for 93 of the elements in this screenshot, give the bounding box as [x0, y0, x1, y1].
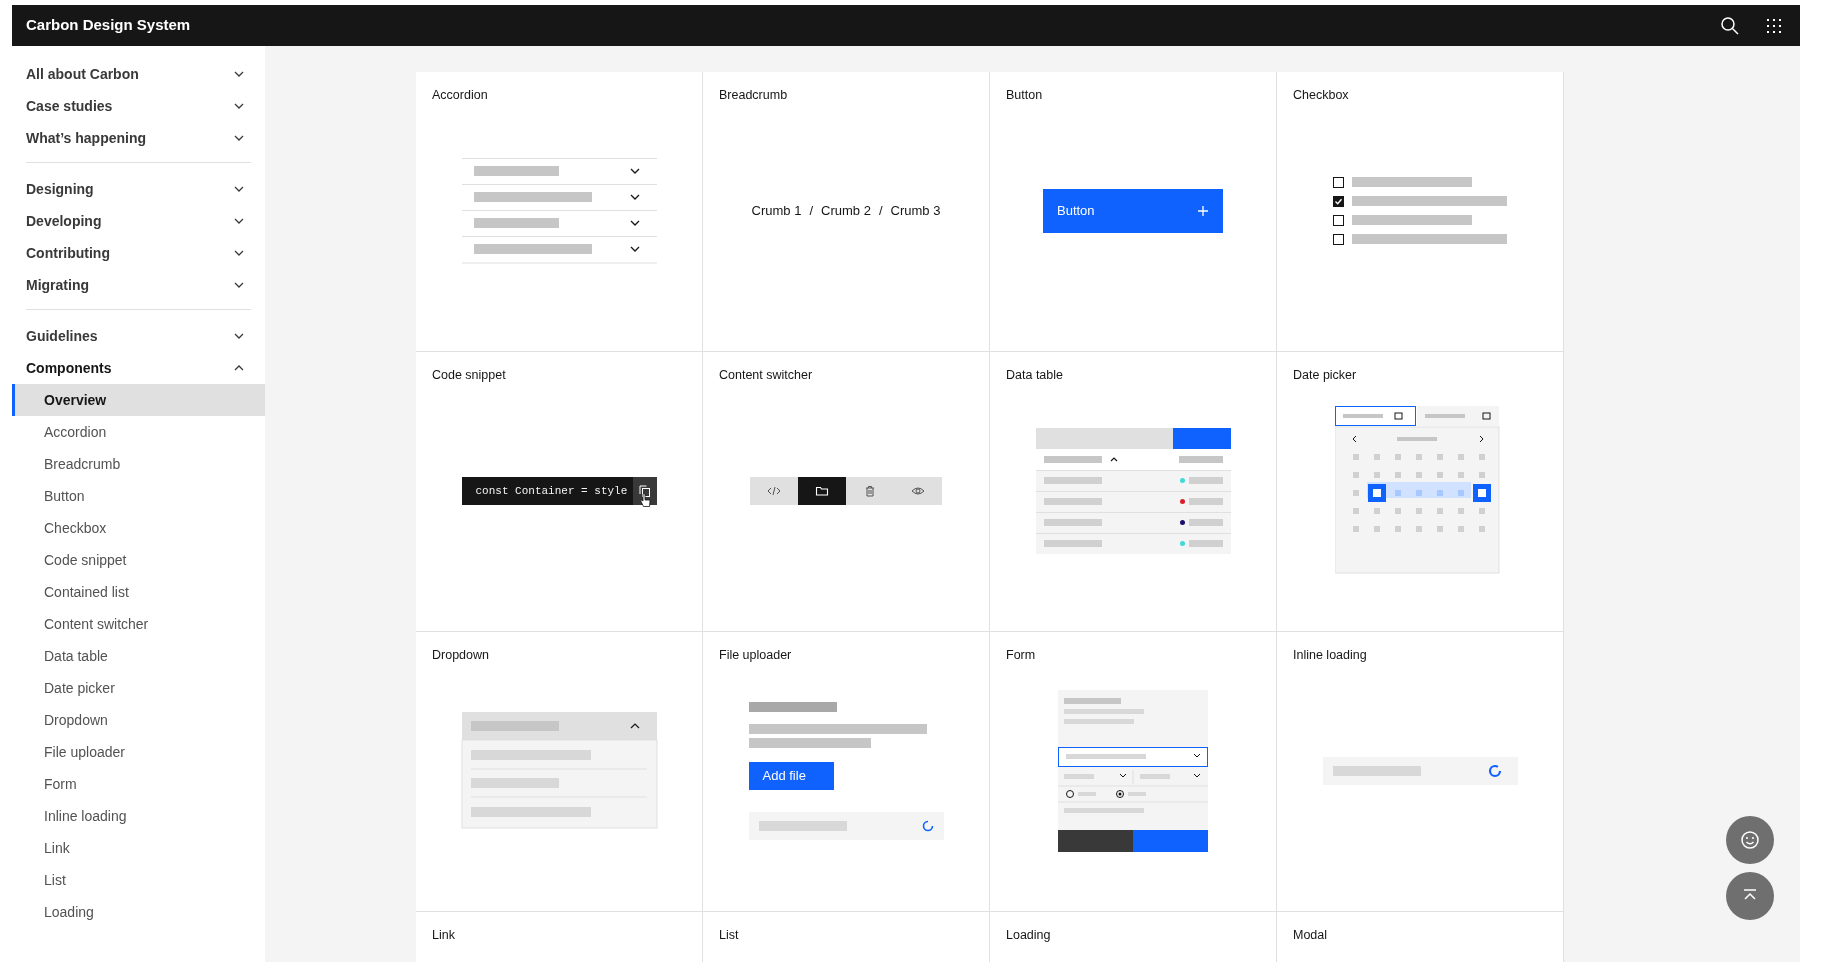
- nav-subitem[interactable]: Dropdown: [12, 704, 265, 736]
- component-card[interactable]: Loading: [990, 912, 1277, 962]
- primary-button[interactable]: Button: [1043, 188, 1223, 233]
- skeleton-bar: [1188, 519, 1223, 527]
- card-title: Checkbox: [1293, 87, 1349, 104]
- code-text: const Container = style: [474, 483, 629, 499]
- skeleton-bar: [1188, 498, 1223, 506]
- pointer-icon: [639, 492, 651, 508]
- nav-subitem[interactable]: Content switcher: [12, 608, 265, 640]
- card-title: Button: [1006, 87, 1043, 104]
- component-card[interactable]: Inline loading: [1277, 632, 1564, 912]
- card-title: Code snippet: [432, 367, 506, 384]
- nav-subitem[interactable]: File uploader: [12, 736, 265, 768]
- skeleton-bar: [1178, 455, 1223, 463]
- nav-item[interactable]: Migrating: [26, 269, 251, 301]
- nav-item[interactable]: Designing: [26, 173, 251, 205]
- component-card[interactable]: Breadcrumb Crumb 1 / Crumb 2 / Crumb 3: [703, 72, 990, 352]
- card-title: Accordion: [432, 87, 488, 104]
- nav-item[interactable]: What’s happening: [26, 122, 251, 154]
- skeleton-bar: [1188, 540, 1223, 548]
- nav-subitem[interactable]: Date picker: [12, 672, 265, 704]
- switcher-segment[interactable]: [798, 476, 846, 505]
- card-title: Breadcrumb: [719, 87, 788, 104]
- nav-subitem[interactable]: Code snippet: [12, 544, 265, 576]
- card-title: Loading: [1006, 927, 1051, 944]
- card-title: Form: [1006, 647, 1036, 664]
- search-icon[interactable]: [1720, 15, 1740, 36]
- copy-icon: [639, 484, 650, 497]
- checkbox[interactable]: [1333, 233, 1344, 245]
- breadcrumb-link[interactable]: Crumb 2: [821, 201, 871, 221]
- trash-icon: [863, 483, 877, 498]
- breadcrumb-separator: /: [878, 202, 883, 221]
- nav-subitem[interactable]: Breadcrumb: [12, 448, 265, 480]
- component-card[interactable]: Checkbox: [1277, 72, 1564, 352]
- nav-subitem[interactable]: Accordion: [12, 416, 265, 448]
- card-title: Data table: [1006, 367, 1063, 384]
- component-card[interactable]: Accordion: [416, 72, 703, 352]
- card-title: Modal: [1293, 927, 1328, 944]
- component-card[interactable]: File uploader Add file: [703, 632, 990, 912]
- component-card[interactable]: Form: [990, 632, 1277, 912]
- breadcrumb-link[interactable]: Crumb 1: [751, 201, 802, 221]
- site-title[interactable]: Carbon Design System: [12, 14, 191, 37]
- component-card[interactable]: Dropdown: [416, 632, 703, 912]
- component-card[interactable]: Data table: [990, 352, 1277, 632]
- checkbox[interactable]: [1333, 214, 1344, 226]
- nav-subitem[interactable]: Inline loading: [12, 800, 265, 832]
- component-card[interactable]: Button Button: [990, 72, 1277, 352]
- skeleton-bar: [1043, 498, 1102, 506]
- card-title: File uploader: [719, 647, 792, 664]
- card-title: Inline loading: [1293, 647, 1367, 664]
- feedback-button[interactable]: [1726, 816, 1774, 864]
- nav-subitem[interactable]: Form: [12, 768, 265, 800]
- smiley-icon: [1740, 830, 1760, 850]
- skeleton-bar: [1043, 540, 1102, 548]
- card-title: Content switcher: [719, 367, 813, 384]
- component-card[interactable]: Modal: [1277, 912, 1564, 962]
- skeleton-bar: [1043, 519, 1102, 527]
- nav-item[interactable]: Developing: [26, 205, 251, 237]
- nav-subitem[interactable]: Loading: [12, 896, 265, 928]
- nav-subitem[interactable]: Checkbox: [12, 512, 265, 544]
- breadcrumb-separator: /: [809, 202, 814, 221]
- nav-subitem[interactable]: Link: [12, 832, 265, 864]
- nav-subitem[interactable]: List: [12, 864, 265, 896]
- checkbox[interactable]: [1333, 195, 1344, 207]
- nav-subitem[interactable]: Button: [12, 480, 265, 512]
- nav-item[interactable]: All about Carbon: [26, 58, 251, 90]
- card-title: Dropdown: [432, 647, 489, 664]
- component-card[interactable]: Date picker: [1277, 352, 1564, 632]
- component-card[interactable]: Code snippet const Container = style: [416, 352, 703, 632]
- nav-subitem[interactable]: Data table: [12, 640, 265, 672]
- card-title: List: [719, 927, 739, 944]
- component-card[interactable]: Link: [416, 912, 703, 962]
- component-card[interactable]: List: [703, 912, 990, 962]
- skeleton-bar: [1043, 455, 1102, 463]
- skeleton-bar: [1043, 477, 1102, 485]
- component-card[interactable]: Content switcher: [703, 352, 990, 632]
- nav-item[interactable]: Guidelines: [26, 320, 251, 352]
- plus-icon: [1197, 204, 1209, 217]
- nav-subitem[interactable]: Overview: [12, 384, 265, 416]
- card-title: Date picker: [1293, 367, 1357, 384]
- nav-subitem[interactable]: Contained list: [12, 576, 265, 608]
- add-file-button[interactable]: Add file: [748, 761, 834, 790]
- nav-item[interactable]: Contributing: [26, 237, 251, 269]
- breadcrumb-link[interactable]: Crumb 3: [890, 201, 941, 221]
- nav-item[interactable]: Components: [26, 352, 251, 384]
- card-title: Link: [432, 927, 455, 944]
- skeleton-bar: [1188, 477, 1223, 485]
- header-block: [1172, 427, 1231, 449]
- nav-item[interactable]: Case studies: [26, 90, 251, 122]
- caret-icon: [1109, 456, 1118, 463]
- back-to-top-button[interactable]: [1726, 872, 1774, 920]
- checkbox[interactable]: [1333, 176, 1344, 188]
- spinner-icon: [921, 819, 934, 832]
